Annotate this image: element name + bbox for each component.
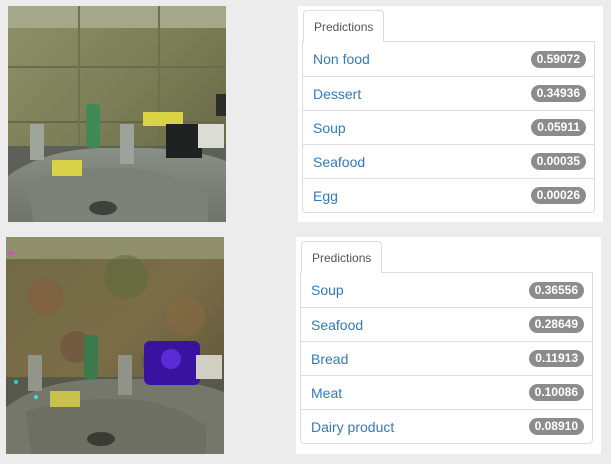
prediction-label-link[interactable]: Meat xyxy=(311,385,342,401)
prediction-label-link[interactable]: Seafood xyxy=(313,154,365,170)
prediction-label-link[interactable]: Soup xyxy=(311,282,344,298)
prediction-row: Non food 0.59072 xyxy=(303,42,594,76)
score-badge: 0.34936 xyxy=(530,85,586,102)
prediction-row: Egg 0.00026 xyxy=(303,178,594,212)
prediction-row: Seafood 0.28649 xyxy=(301,307,592,341)
prediction-label-link[interactable]: Soup xyxy=(313,120,346,136)
prediction-row: Dairy product 0.08910 xyxy=(301,409,592,443)
prediction-label-link[interactable]: Bread xyxy=(311,351,348,367)
tab-predictions[interactable]: Predictions xyxy=(301,241,383,273)
input-photo-original xyxy=(8,6,226,222)
score-badge: 0.00035 xyxy=(530,153,586,170)
score-badge: 0.28649 xyxy=(528,316,584,333)
prediction-row: Dessert 0.34936 xyxy=(303,76,594,110)
input-photo-perturbed xyxy=(6,237,224,454)
prediction-row: Bread 0.11913 xyxy=(301,341,592,375)
score-badge: 0.11913 xyxy=(529,350,584,367)
prediction-label-link[interactable]: Non food xyxy=(313,51,370,67)
score-badge: 0.59072 xyxy=(530,50,586,68)
predictions-list: Soup 0.36556 Seafood 0.28649 Bread 0.119… xyxy=(300,272,593,444)
prediction-label-link[interactable]: Dairy product xyxy=(311,419,394,435)
score-badge: 0.05911 xyxy=(531,119,586,136)
score-badge: 0.08910 xyxy=(528,418,584,435)
prediction-row: Soup 0.36556 xyxy=(301,273,592,307)
score-badge: 0.36556 xyxy=(528,281,584,299)
prediction-row: Soup 0.05911 xyxy=(303,110,594,144)
prediction-row: Seafood 0.00035 xyxy=(303,144,594,178)
prediction-label-link[interactable]: Egg xyxy=(313,188,338,204)
predictions-list: Non food 0.59072 Dessert 0.34936 Soup 0.… xyxy=(302,41,595,213)
prediction-label-link[interactable]: Seafood xyxy=(311,317,363,333)
prediction-row: Meat 0.10086 xyxy=(301,375,592,409)
predictions-panel: Predictions Soup 0.36556 Seafood 0.28649… xyxy=(296,237,601,454)
score-badge: 0.00026 xyxy=(530,187,586,204)
predictions-panel: Predictions Non food 0.59072 Dessert 0.3… xyxy=(298,6,603,222)
score-badge: 0.10086 xyxy=(528,384,584,401)
prediction-label-link[interactable]: Dessert xyxy=(313,86,361,102)
tab-predictions[interactable]: Predictions xyxy=(303,10,385,42)
